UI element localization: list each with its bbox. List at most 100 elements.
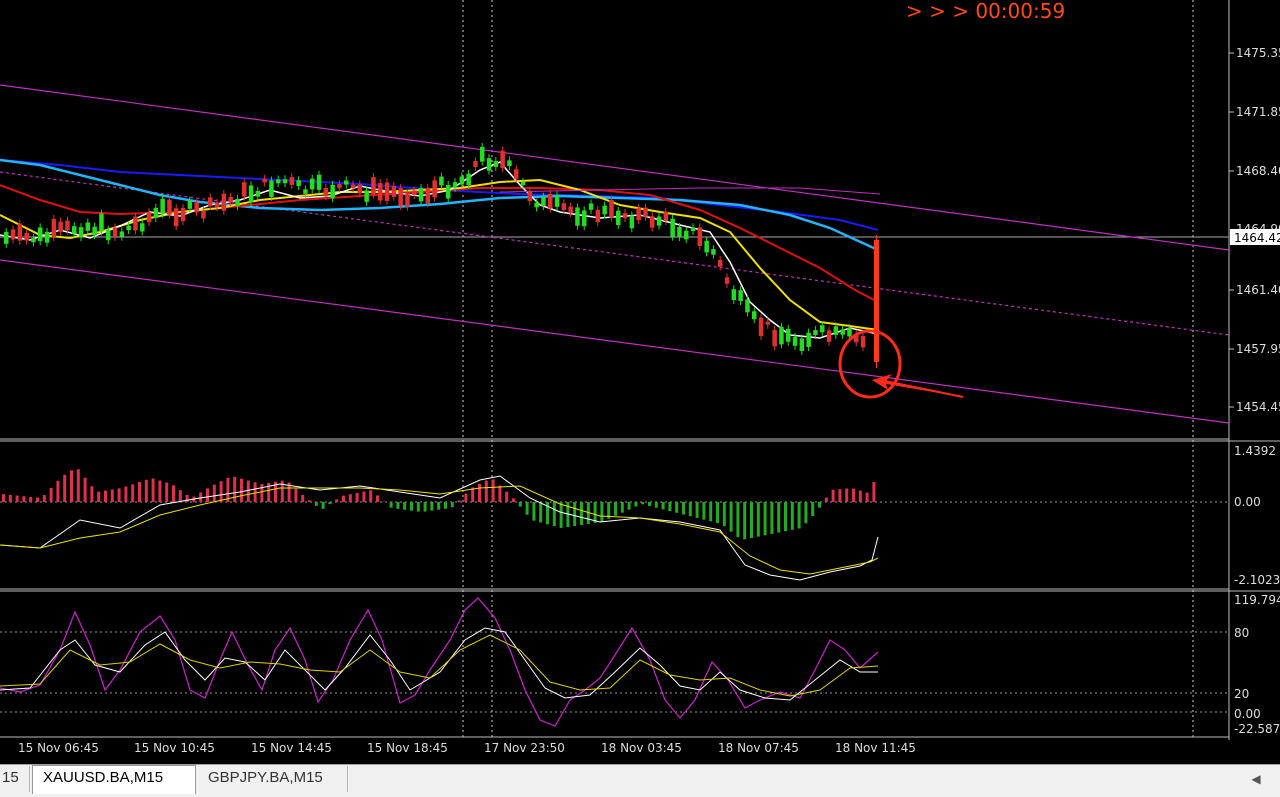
macd-bar — [294, 489, 297, 502]
macd-bar — [464, 494, 467, 502]
macd-bar — [825, 498, 828, 502]
candle-body — [500, 151, 505, 168]
svg-text:0.00: 0.00 — [1234, 495, 1261, 509]
macd-bar — [560, 502, 563, 528]
candle-body — [188, 201, 193, 209]
macd-bar — [859, 491, 862, 502]
macd-bar — [410, 502, 413, 511]
candle-body — [160, 199, 165, 214]
time-tick-8: 18 Nov 11:45 — [835, 741, 916, 755]
candle-body — [344, 181, 349, 185]
candle-body — [759, 318, 764, 336]
macd-bar — [260, 484, 263, 502]
candle-body — [752, 311, 757, 319]
macd-bar — [838, 489, 841, 502]
macd-bar — [798, 502, 801, 528]
candle-body — [290, 177, 295, 185]
svg-text:80: 80 — [1234, 626, 1249, 640]
macd-bar — [247, 480, 250, 502]
svg-text:-2.1023: -2.1023 — [1234, 573, 1280, 587]
macd-bar — [335, 499, 338, 502]
tab-gbpjpy[interactable]: GBPJPY.BA,M15 — [198, 766, 348, 792]
candle-body — [412, 191, 417, 195]
candle-body — [582, 210, 587, 226]
macd-bar — [417, 502, 420, 512]
candle-body — [528, 191, 533, 201]
macd-bar — [512, 498, 515, 502]
candle-body — [521, 182, 526, 185]
current-price-label: 1464.42 — [1230, 229, 1280, 245]
candle-body — [242, 182, 247, 196]
macd-bar — [138, 482, 141, 502]
candle-body — [446, 185, 451, 199]
candle-body — [317, 175, 322, 190]
candle-body — [18, 224, 23, 241]
macd-bar — [118, 488, 121, 502]
candle-body — [99, 214, 104, 232]
macd-bar — [424, 502, 427, 512]
candle-body — [86, 222, 91, 230]
price-tick-3: 1468.40 — [1236, 164, 1280, 178]
macd-bar — [43, 495, 46, 502]
svg-text:20: 20 — [1234, 687, 1249, 701]
macd-bar — [111, 489, 114, 502]
candle-body — [113, 227, 118, 236]
macd-bar — [84, 478, 87, 502]
tab-previous-chart[interactable]: 15 — [0, 766, 30, 792]
candle-body — [786, 329, 791, 342]
macd-bar — [22, 496, 25, 502]
candle-body — [514, 169, 519, 178]
macd-bar — [97, 492, 100, 502]
candle-body — [364, 190, 369, 201]
candle-body — [296, 180, 301, 186]
candle-body — [609, 200, 614, 218]
candle-body — [24, 233, 29, 241]
candle-body — [269, 180, 274, 196]
macd-bar — [36, 498, 39, 502]
candle-body — [541, 197, 546, 206]
tab-xauusd[interactable]: XAUUSD.BA,M15 — [32, 765, 196, 794]
candle-body — [718, 260, 723, 267]
candle-body — [568, 207, 573, 214]
macd-bar — [519, 502, 522, 507]
candle-body — [249, 185, 254, 202]
macd-bar — [675, 502, 678, 513]
candle-body — [820, 325, 825, 332]
macd-bar — [750, 502, 753, 538]
macd-bar — [362, 492, 365, 502]
candle-body — [473, 161, 478, 167]
candle-body — [337, 184, 342, 188]
macd-bar — [696, 502, 699, 518]
macd-bar — [328, 502, 331, 504]
price-tick-7: 1454.45 — [1236, 400, 1280, 414]
macd-bar — [56, 481, 59, 502]
candle-body — [106, 230, 111, 241]
macd-bar — [158, 481, 161, 502]
trading-chart[interactable]: > > > 00:00:59 1475.35 1471.85 1468.40 1… — [0, 0, 1280, 760]
price-tick-1: 1475.35 — [1236, 46, 1280, 60]
macd-bar — [600, 502, 603, 522]
macd-bar — [451, 502, 454, 507]
macd-bar — [668, 502, 671, 511]
candle-body — [283, 179, 288, 183]
macd-bar — [872, 482, 875, 502]
time-tick-3: 15 Nov 14:45 — [251, 741, 332, 755]
macd-bar — [709, 502, 712, 521]
macd-bar — [648, 502, 651, 506]
candle-body — [772, 330, 777, 347]
macd-bar — [485, 481, 488, 502]
macd-bar — [349, 494, 352, 502]
macd-bar — [2, 494, 5, 502]
candle-body — [398, 188, 403, 206]
candle-body — [324, 188, 329, 196]
candle-body — [79, 227, 84, 237]
macd-bar — [757, 502, 760, 537]
macd-bar — [145, 480, 148, 502]
macd-bar — [594, 502, 597, 523]
macd-bar — [614, 502, 617, 516]
candle-body — [813, 330, 818, 335]
tab-scroll-left-icon[interactable]: ◀ — [1248, 770, 1264, 788]
candle-body — [766, 322, 771, 325]
macd-bar — [478, 484, 481, 502]
macd-bar — [77, 469, 80, 502]
